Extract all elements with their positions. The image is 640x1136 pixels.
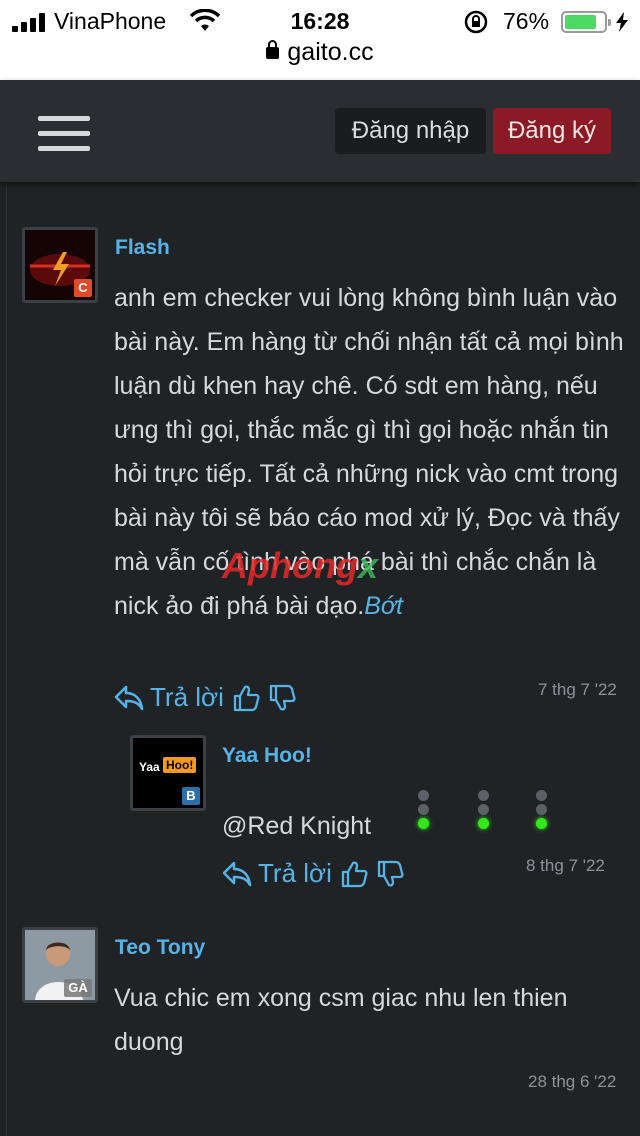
address-bar[interactable]: gaito.cc: [0, 38, 640, 67]
traffic-light-icon: [535, 790, 549, 830]
username-link[interactable]: Flash: [115, 236, 170, 260]
watermark-suffix: x: [357, 545, 378, 586]
login-button[interactable]: Đăng nhập: [335, 108, 486, 154]
comment-actions: Trả lời: [222, 858, 404, 889]
comment-body: @Red Knight: [222, 812, 372, 840]
comment-actions: Trả lời: [114, 682, 296, 713]
watermark: Aphongx: [222, 545, 378, 587]
comment-date: 28 thg 6 '22: [528, 1072, 617, 1091]
comment-date: 8 thg 7 '22: [526, 856, 605, 875]
dislike-icon[interactable]: [376, 860, 404, 888]
rank-badge: GÀ: [64, 979, 92, 997]
username-link[interactable]: Teo Tony: [115, 936, 205, 960]
comment-date: 7 thg 7 '22: [538, 680, 617, 699]
traffic-light-icon: [477, 790, 491, 830]
like-icon[interactable]: [232, 684, 260, 712]
avatar-logo-text: Yaa: [139, 760, 160, 774]
url-text: gaito.cc: [287, 38, 374, 66]
avatar-logo-highlight: Hoo!: [163, 757, 197, 773]
register-button[interactable]: Đăng ký: [493, 108, 611, 154]
battery-percentage: 76%: [503, 8, 550, 34]
battery-icon: [561, 11, 611, 33]
avatar[interactable]: Yaa Hoo! B: [130, 735, 206, 811]
traffic-light-icon: [417, 790, 431, 830]
reply-link[interactable]: Trả lời: [258, 858, 332, 889]
rank-badge: B: [182, 787, 200, 805]
rank-badge: C: [74, 279, 92, 297]
rotation-lock-icon: [464, 10, 488, 34]
dislike-icon[interactable]: [268, 684, 296, 712]
menu-icon[interactable]: [38, 116, 90, 152]
like-icon[interactable]: [340, 860, 368, 888]
padlock-icon: [266, 40, 280, 59]
reply-icon[interactable]: [114, 685, 144, 711]
show-less-link[interactable]: Bớt: [364, 592, 403, 620]
watermark-text: Aphong: [222, 545, 358, 586]
reply-icon[interactable]: [222, 861, 252, 887]
site-header: Đăng nhập Đăng ký: [0, 80, 640, 182]
comment-body: Vua chic em xong csm giac nhu len thien …: [114, 984, 568, 1056]
username-link[interactable]: Yaa Hoo!: [222, 744, 312, 768]
reply-link[interactable]: Trả lời: [150, 682, 224, 713]
charging-bolt-icon: [616, 12, 628, 32]
avatar[interactable]: C: [22, 227, 98, 303]
avatar[interactable]: GÀ: [22, 927, 98, 1003]
ios-status-bar: VinaPhone 16:28 76% gaito.cc: [0, 0, 640, 80]
